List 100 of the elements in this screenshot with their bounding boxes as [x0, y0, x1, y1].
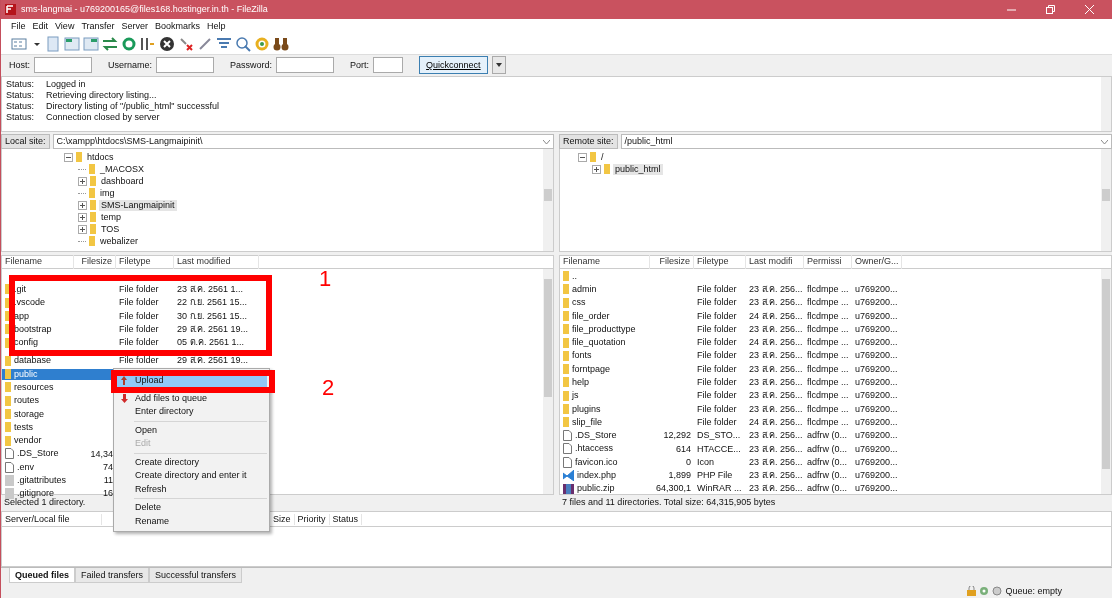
modified-date: 23 ส.ค. 256...: [748, 323, 804, 335]
file-row[interactable]: favicon.ico: [560, 456, 650, 468]
file-row[interactable]: file_quotation: [560, 337, 650, 348]
column-header[interactable]: Priority: [294, 513, 330, 525]
file-row[interactable]: file_producttype: [560, 323, 650, 335]
menu-item[interactable]: Create directory: [116, 455, 267, 469]
tree-item[interactable]: _MACOSX: [98, 164, 146, 175]
file-row[interactable]: css: [560, 297, 650, 309]
dropdown-button[interactable]: [491, 56, 506, 75]
owner: u769200...: [854, 403, 899, 415]
file-row[interactable]: slip_file: [560, 416, 650, 428]
file-row[interactable]: database: [2, 355, 74, 367]
log-label: Status:: [6, 111, 35, 123]
file-row[interactable]: .git: [2, 283, 74, 295]
file-row[interactable]: app: [2, 310, 74, 322]
input-field[interactable]: [373, 57, 404, 74]
expand-toggle[interactable]: [78, 212, 87, 222]
expand-toggle[interactable]: [78, 176, 87, 186]
owner: u769200...: [854, 350, 899, 362]
file-row[interactable]: help: [560, 377, 650, 388]
file-row[interactable]: .DS_Store: [2, 448, 74, 460]
close-icon[interactable]: [1085, 4, 1094, 14]
menu-item[interactable]: Help: [207, 21, 226, 33]
scrollbar[interactable]: [1101, 149, 1111, 252]
tree-item[interactable]: htdocs: [85, 152, 116, 163]
file-row[interactable]: .gitattributes: [2, 475, 74, 486]
collapse-toggle[interactable]: [578, 152, 587, 162]
permissions: flcdmpe ...: [806, 416, 850, 428]
input-field[interactable]: [156, 57, 215, 74]
file-row[interactable]: vendor: [2, 435, 74, 446]
tree-item[interactable]: img: [98, 188, 117, 199]
tree-item[interactable]: temp: [99, 212, 123, 223]
menu-item[interactable]: Server: [121, 21, 149, 33]
tab[interactable]: Queued files: [9, 568, 75, 584]
file-row[interactable]: .env: [2, 461, 74, 473]
path-field[interactable]: C:\xampp\htdocs\SMS-Langmaipinit\: [52, 134, 554, 150]
modified-date: 23 ส.ค. 256...: [748, 283, 804, 295]
file-row[interactable]: .vscode: [2, 297, 74, 309]
file-row[interactable]: .DS_Store: [560, 430, 650, 442]
file-row[interactable]: admin: [560, 283, 650, 295]
file-row[interactable]: file_order: [560, 310, 650, 322]
transfer-arrows-icon[interactable]: [102, 36, 118, 53]
input-field[interactable]: [34, 57, 92, 74]
menu-item[interactable]: Add files to queue: [116, 391, 267, 405]
menu-item[interactable]: File: [11, 21, 26, 33]
search-icon[interactable]: [235, 36, 251, 53]
path-field[interactable]: /public_html: [620, 134, 1112, 150]
file-row[interactable]: tests: [2, 421, 74, 433]
tree-item[interactable]: /: [599, 152, 606, 163]
tree-item[interactable]: webalizer: [98, 236, 141, 247]
menu-item[interactable]: Bookmarks: [155, 21, 201, 33]
tab[interactable]: Successful transfers: [149, 568, 243, 584]
menu-item[interactable]: Edit: [32, 21, 49, 33]
disconnect-icon[interactable]: [178, 36, 194, 53]
file-row[interactable]: forntpage: [560, 363, 650, 375]
menu-item[interactable]: Refresh: [116, 482, 267, 496]
quickconnect-button[interactable]: Quickconnect: [419, 56, 488, 75]
owner: u769200...: [854, 323, 899, 335]
expand-toggle[interactable]: [78, 224, 87, 234]
tab[interactable]: Failed transfers: [75, 568, 150, 584]
refresh-icon[interactable]: [121, 36, 137, 53]
file-row[interactable]: fonts: [560, 350, 650, 362]
file-row[interactable]: storage: [2, 408, 74, 420]
column-header[interactable]: Status: [329, 513, 363, 525]
file-row[interactable]: bootstrap: [2, 323, 74, 335]
scrollbar[interactable]: [543, 149, 553, 252]
cancel-icon[interactable]: [159, 36, 175, 53]
tree-item[interactable]: TOS: [99, 224, 122, 235]
file-row[interactable]: config: [2, 337, 74, 348]
input-field[interactable]: [276, 57, 335, 74]
menu-item[interactable]: Enter directory: [116, 405, 267, 419]
scrollbar[interactable]: [1101, 269, 1111, 495]
file-type: File folder: [696, 416, 738, 428]
menu-item[interactable]: View: [55, 21, 75, 33]
file-row[interactable]: public.zip: [560, 483, 650, 495]
tree-item[interactable]: SMS-Langmaipinit: [99, 200, 177, 211]
binoculars-icon[interactable]: [273, 36, 289, 53]
file-type: File folder: [118, 297, 160, 309]
file-row[interactable]: plugins: [560, 403, 650, 415]
menu-item[interactable]: Create directory and enter it: [116, 469, 267, 483]
file-row[interactable]: routes: [2, 395, 74, 407]
expand-toggle[interactable]: [78, 200, 87, 210]
menu-item[interactable]: Rename: [116, 514, 267, 528]
restore-icon[interactable]: [1046, 4, 1055, 14]
tree-panel-icon[interactable]: [64, 36, 80, 53]
file-row[interactable]: js: [560, 390, 650, 402]
file-row[interactable]: .htaccess: [560, 443, 650, 455]
tree-panel-icon[interactable]: [83, 36, 99, 53]
menu-item[interactable]: Transfer: [81, 21, 115, 33]
column-header[interactable]: Server/Local file: [2, 513, 102, 525]
menu-item[interactable]: Open: [116, 423, 267, 437]
file-row[interactable]: resources: [2, 382, 74, 393]
collapse-toggle[interactable]: [64, 152, 73, 162]
file-row[interactable]: ..: [560, 270, 650, 282]
scrollbar[interactable]: [543, 269, 553, 495]
tree-item[interactable]: dashboard: [99, 176, 146, 187]
tree-item[interactable]: public_html: [613, 164, 663, 175]
scrollbar[interactable]: [1101, 76, 1111, 132]
file-row[interactable]: index.php: [560, 470, 650, 481]
expand-toggle[interactable]: [592, 164, 601, 174]
